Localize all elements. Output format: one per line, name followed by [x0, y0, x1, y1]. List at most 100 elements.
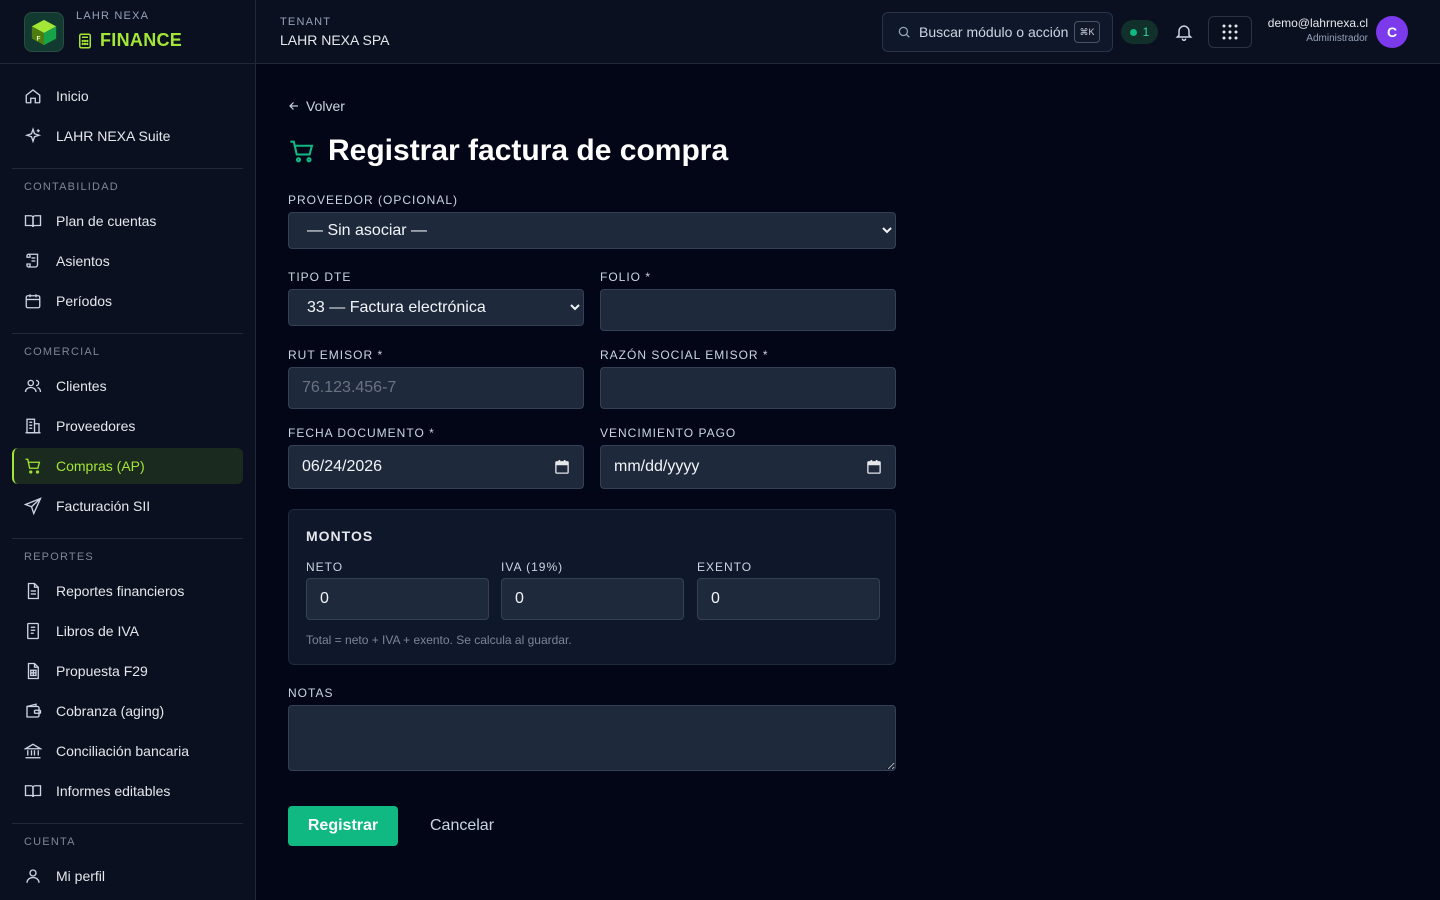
- divider: [12, 168, 243, 169]
- sidebar-item-label: Propuesta F29: [56, 663, 148, 679]
- sidebar-item-periodos[interactable]: Períodos: [12, 283, 243, 319]
- sidebar-item-reportes-financieros[interactable]: Reportes financieros: [12, 573, 243, 609]
- tipo-dte-select[interactable]: 33 — Factura electrónica: [288, 289, 584, 326]
- iva-input[interactable]: [501, 578, 684, 620]
- vencimiento-label: VENCIMIENTO PAGO: [600, 426, 737, 440]
- apps-grid-button[interactable]: [1208, 16, 1252, 48]
- tenant-label: TENANT: [280, 16, 332, 28]
- neto-input[interactable]: [306, 578, 489, 620]
- sidebar-item-suite[interactable]: LAHR NEXA Suite: [12, 118, 243, 154]
- arrow-left-icon: [289, 102, 298, 110]
- sidebar-item-facturacion[interactable]: Facturación SII: [12, 488, 243, 524]
- sidebar-item-label: Reportes financieros: [56, 583, 185, 599]
- total-hint: Total = neto + IVA + exento. Se calcula …: [306, 633, 572, 647]
- section-title-comercial: COMERCIAL: [24, 346, 101, 358]
- sidebar-item-label: Compras (AP): [56, 458, 145, 474]
- logo-letter: F: [37, 35, 41, 42]
- tipo-dte-label: TIPO DTE: [288, 270, 352, 284]
- razon-social-input[interactable]: [600, 367, 896, 409]
- vencimiento-input[interactable]: mm/dd/yyyy: [600, 445, 896, 489]
- calculator-icon: [79, 33, 91, 48]
- wallet-icon: [26, 703, 42, 718]
- home-icon: [25, 89, 41, 104]
- sidebar-item-compras[interactable]: Compras (AP): [12, 448, 243, 484]
- divider: [12, 333, 243, 334]
- sidebar-item-label: Períodos: [56, 293, 113, 309]
- grid-icon: [1222, 24, 1238, 40]
- notas-textarea[interactable]: [288, 705, 896, 771]
- sidebar-item-label: Facturación SII: [56, 498, 151, 514]
- divider: [12, 538, 243, 539]
- sidebar-item-label: Informes editables: [56, 783, 171, 799]
- sidebar-item-informes[interactable]: Informes editables: [12, 773, 243, 809]
- proveedor-select[interactable]: — Sin asociar —: [288, 212, 896, 249]
- sidebar-item-plan-de-cuentas[interactable]: Plan de cuentas: [12, 203, 243, 239]
- bell-icon[interactable]: [1174, 22, 1194, 42]
- file-spreadsheet-icon: [27, 662, 39, 680]
- sidebar-item-cobranza[interactable]: Cobranza (aging): [12, 693, 243, 729]
- brand-title: FINANCE: [100, 30, 183, 50]
- calendar-icon[interactable]: [555, 460, 569, 474]
- calendar-icon[interactable]: [867, 460, 881, 474]
- book-open-icon: [24, 215, 42, 228]
- section-title-reportes: REPORTES: [24, 551, 94, 563]
- shopping-cart-icon: [290, 140, 314, 163]
- sidebar: F LAHR NEXA FINANCE Inicio LAHR NEXA Sui…: [0, 0, 256, 900]
- bank-icon: [24, 743, 42, 759]
- back-link[interactable]: Volver: [288, 98, 345, 114]
- status-badge[interactable]: 1: [1121, 20, 1158, 44]
- send-icon: [24, 497, 42, 515]
- montos-title: MONTOS: [306, 528, 374, 544]
- cube-logo-icon[interactable]: F: [24, 12, 64, 52]
- search-box[interactable]: Buscar módulo o acción ⌘K: [882, 12, 1113, 52]
- fecha-input[interactable]: 06/24/2026: [288, 445, 584, 489]
- building-icon: [25, 418, 41, 434]
- sidebar-item-label: Mi perfil: [56, 868, 106, 884]
- section-title-cuenta: CUENTA: [24, 836, 76, 848]
- status-count: 1: [1142, 25, 1150, 39]
- divider: [12, 823, 243, 824]
- sidebar-item-label: Cobranza (aging): [56, 703, 165, 719]
- avatar[interactable]: C: [1376, 16, 1408, 48]
- cancel-button[interactable]: Cancelar: [414, 806, 510, 846]
- registrar-button[interactable]: Registrar: [288, 806, 398, 846]
- exento-input[interactable]: [697, 578, 880, 620]
- sidebar-item-proveedores[interactable]: Proveedores: [12, 408, 243, 444]
- search-icon: [898, 26, 910, 38]
- sparkles-icon: [24, 127, 42, 144]
- scroll-icon: [26, 253, 39, 268]
- notas-label: NOTAS: [288, 686, 334, 700]
- sidebar-item-inicio[interactable]: Inicio: [12, 78, 243, 114]
- book-open-icon: [24, 785, 42, 798]
- montos-panel: MONTOS NETO IVA (19%) EXENTO Total = net…: [288, 509, 896, 665]
- sidebar-item-mi-perfil[interactable]: Mi perfil: [12, 858, 243, 894]
- sidebar-item-propuesta-f29[interactable]: Propuesta F29: [12, 653, 243, 689]
- book-icon: [27, 622, 39, 640]
- shopping-cart-icon: [25, 458, 41, 474]
- file-text-icon: [27, 582, 39, 600]
- shortcut-badge: ⌘K: [1074, 21, 1100, 43]
- sidebar-item-label: Plan de cuentas: [56, 213, 157, 229]
- sidebar-item-clientes[interactable]: Clientes: [12, 368, 243, 404]
- sidebar-item-label: Asientos: [56, 253, 110, 269]
- status-dot: [1129, 28, 1137, 36]
- rut-label: RUT EMISOR *: [288, 348, 384, 362]
- users-icon: [24, 379, 42, 393]
- sidebar-item-label: Inicio: [56, 88, 89, 104]
- sidebar-item-label: Clientes: [56, 378, 107, 394]
- calendar-icon: [25, 294, 41, 309]
- tenant-name: LAHR NEXA SPA: [280, 32, 390, 48]
- section-title-contabilidad: CONTABILIDAD: [24, 181, 119, 193]
- sidebar-item-asientos[interactable]: Asientos: [12, 243, 243, 279]
- sidebar-item-label: Conciliación bancaria: [56, 743, 190, 759]
- rut-input[interactable]: [288, 367, 584, 409]
- topbar: TENANT LAHR NEXA SPA Buscar módulo o acc…: [256, 0, 1440, 64]
- fecha-label: FECHA DOCUMENTO *: [288, 426, 435, 440]
- neto-label: NETO: [306, 560, 344, 574]
- sidebar-item-libros-iva[interactable]: Libros de IVA: [12, 613, 243, 649]
- user-icon: [26, 869, 40, 883]
- sidebar-item-label: LAHR NEXA Suite: [56, 128, 171, 144]
- folio-input[interactable]: [600, 289, 896, 331]
- sidebar-item-conciliacion[interactable]: Conciliación bancaria: [12, 733, 243, 769]
- vencimiento-value: mm/dd/yyyy: [614, 458, 700, 475]
